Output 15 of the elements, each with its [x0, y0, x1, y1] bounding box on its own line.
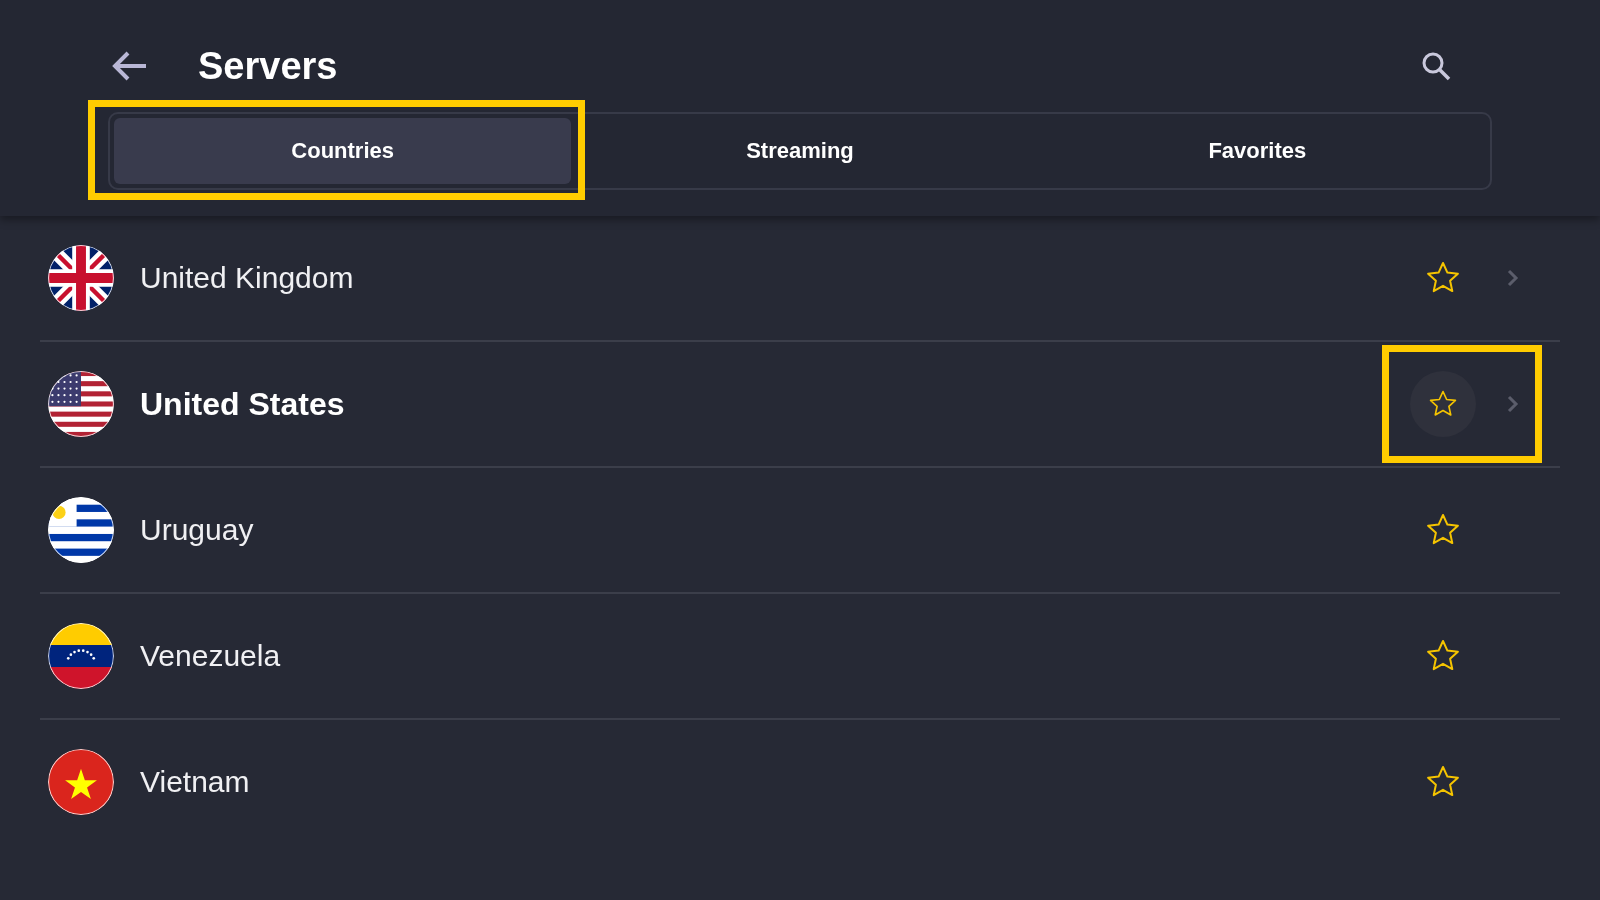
country-row[interactable]: Uruguay — [40, 468, 1560, 594]
country-row[interactable]: United States — [40, 342, 1560, 468]
country-name: Uruguay — [140, 513, 255, 547]
country-row[interactable]: Vietnam — [40, 720, 1560, 844]
tab[interactable]: Favorites — [1028, 118, 1486, 184]
tab[interactable]: Countries — [114, 118, 572, 184]
country-name: Venezuela — [140, 639, 282, 673]
page-title: Servers — [198, 44, 339, 88]
tab[interactable]: Streaming — [571, 118, 1029, 184]
country-name: Vietnam — [140, 765, 251, 799]
country-row[interactable]: United Kingdom — [40, 216, 1560, 342]
country-name: United States — [140, 385, 346, 423]
country-name: United Kingdom — [140, 261, 355, 295]
country-row[interactable]: Venezuela — [40, 594, 1560, 720]
search-icon[interactable] — [1420, 50, 1452, 82]
